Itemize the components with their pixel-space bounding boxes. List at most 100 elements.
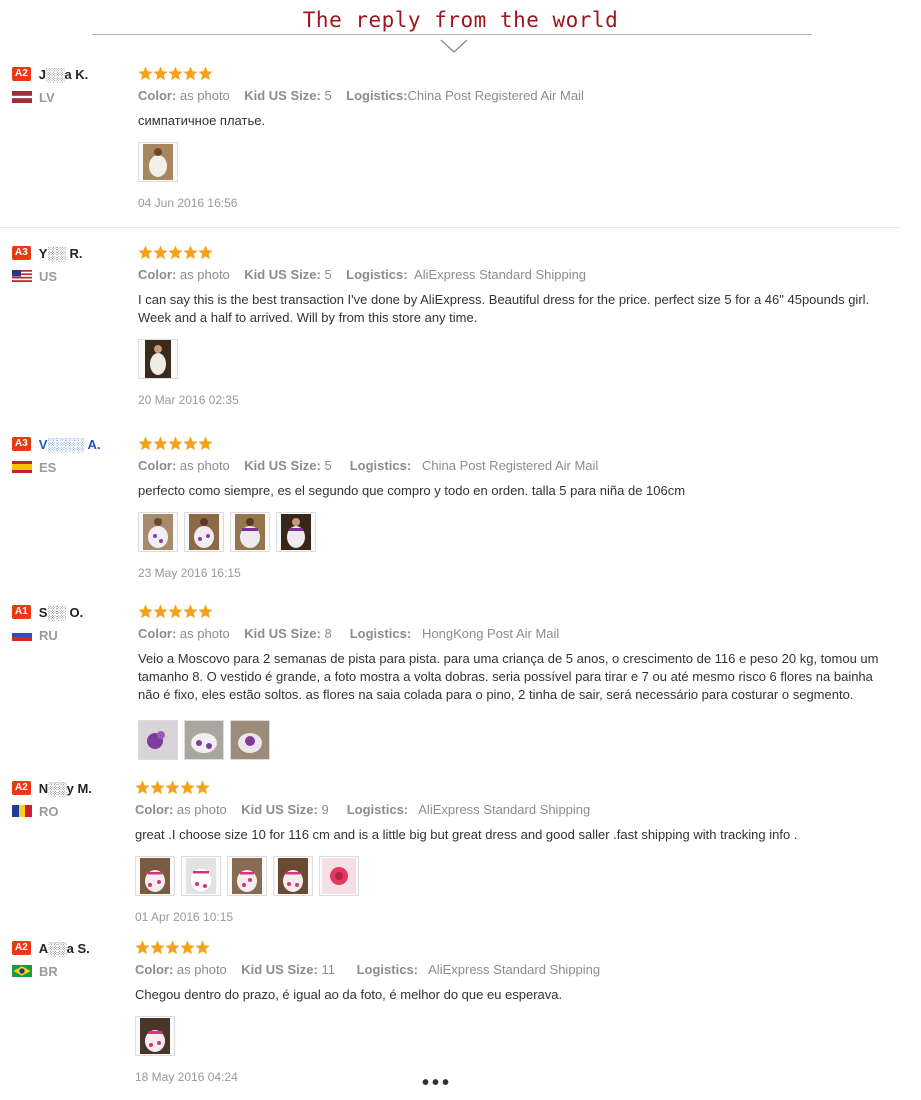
logistics-value: AliExpress Standard Shipping (428, 962, 601, 977)
country-code: ES (39, 459, 57, 475)
review-photos (138, 339, 898, 379)
review-photo-thumbnail[interactable] (227, 856, 267, 896)
logistics-value: AliExpress Standard Shipping (414, 267, 587, 282)
header-divider (92, 34, 812, 35)
country-code: RO (39, 803, 59, 819)
review-body: Color: as photo Kid US Size: 5 Logistics… (138, 66, 898, 210)
review-photo-thumbnail[interactable] (181, 856, 221, 896)
review-date: 01 Apr 2016 10:15 (135, 910, 234, 924)
logistics-value: HongKong Post Air Mail (421, 626, 560, 641)
star-icon (135, 780, 150, 795)
reviewer-info: A3 Y░░ R. US (12, 245, 132, 284)
color-label: Color: (135, 962, 174, 977)
color-value: as photo (176, 962, 227, 977)
logistics-value: AliExpress Standard Shipping (418, 802, 591, 817)
color-label: Color: (135, 802, 174, 817)
review-photo-thumbnail[interactable] (230, 720, 270, 760)
star-icon (198, 66, 213, 81)
star-icon (198, 436, 213, 451)
review-photo-thumbnail[interactable] (135, 856, 175, 896)
star-icon (195, 940, 210, 955)
reviewer-name[interactable]: V░░░░ A. (39, 437, 101, 452)
review-photo-thumbnail[interactable] (319, 856, 359, 896)
size-label: Kid US Size: (241, 962, 318, 977)
order-attributes: Color: as photo Kid US Size: 11 Logistic… (135, 962, 900, 978)
star-rating (138, 604, 898, 620)
size-value: 5 (324, 267, 332, 282)
review-date: 20 Mar 2016 02:35 (138, 393, 239, 407)
order-attributes: Color: as photo Kid US Size: 8 Logistics… (138, 626, 898, 642)
reviewer-info: A2 A░░a S. BR (12, 940, 132, 979)
review-photos (138, 720, 898, 760)
star-icon (180, 780, 195, 795)
country-code: BR (39, 963, 58, 979)
review-photo-thumbnail[interactable] (138, 512, 178, 552)
color-value: as photo (179, 458, 230, 473)
review-photo-thumbnail[interactable] (184, 720, 224, 760)
reviewer-info: A3 V░░░░ A. ES (12, 436, 132, 475)
review-photos (135, 1016, 900, 1056)
review-text: great .I choose size 10 for 116 cm and i… (135, 827, 798, 842)
star-icon (183, 436, 198, 451)
review-photo-thumbnail[interactable] (230, 512, 270, 552)
reviewer-name[interactable]: J░░a K. (39, 67, 89, 82)
more-ellipsis[interactable]: ••• (422, 1072, 452, 1095)
reviewer-name[interactable]: Y░░ R. (39, 246, 83, 261)
star-icon (150, 940, 165, 955)
reviewer-name[interactable]: N░░y M. (39, 781, 92, 796)
star-icon (153, 436, 168, 451)
star-rating (138, 436, 898, 452)
buyer-level-badge: A1 (12, 605, 31, 619)
logistics-value: China Post Registered Air Mail (407, 88, 584, 103)
review-photo-thumbnail[interactable] (138, 142, 178, 182)
country-code: RU (39, 627, 58, 643)
star-icon (138, 66, 153, 81)
star-rating (138, 66, 898, 82)
star-icon (198, 604, 213, 619)
review-photo-thumbnail[interactable] (273, 856, 313, 896)
logistics-label: Logistics: (356, 962, 419, 977)
review-photo-thumbnail[interactable] (138, 720, 178, 760)
review-text: Veio a Moscovo para 2 semanas de pista p… (138, 651, 879, 702)
review-item: A2 J░░a K. LV Color: as photo Kid US Siz… (0, 66, 921, 228)
chevron-down-icon (440, 39, 468, 53)
size-label: Kid US Size: (244, 88, 321, 103)
star-rating (138, 245, 898, 261)
buyer-level-badge: A3 (12, 437, 31, 451)
review-text: симпатичное платье. (138, 113, 266, 128)
star-rating (135, 780, 900, 796)
logistics-label: Logistics: (349, 458, 412, 473)
star-icon (168, 66, 183, 81)
order-attributes: Color: as photo Kid US Size: 5 Logistics… (138, 88, 898, 104)
review-photo-thumbnail[interactable] (276, 512, 316, 552)
reviewer-name[interactable]: A░░a S. (39, 941, 90, 956)
flag-us-icon (12, 270, 32, 282)
logistics-value: China Post Registered Air Mail (421, 458, 599, 473)
review-photo-thumbnail[interactable] (135, 1016, 175, 1056)
star-icon (168, 245, 183, 260)
color-value: as photo (179, 88, 230, 103)
review-photos (135, 856, 900, 896)
star-icon (165, 940, 180, 955)
buyer-level-badge: A2 (12, 941, 31, 955)
review-photo-thumbnail[interactable] (138, 339, 178, 379)
review-item: A2 N░░y M. RO Color: as photo Kid US Siz… (0, 780, 921, 930)
star-icon (135, 940, 150, 955)
star-rating (135, 940, 900, 956)
star-icon (183, 66, 198, 81)
star-icon (180, 940, 195, 955)
flag-ro-icon (12, 805, 32, 817)
review-item: A1 S░░ O. RU Color: as photo Kid US Size… (0, 604, 921, 764)
review-text: I can say this is the best transaction I… (138, 292, 870, 325)
size-value: 5 (324, 458, 332, 473)
reviewer-name[interactable]: S░░ O. (39, 605, 83, 620)
flag-ru-icon (12, 629, 32, 641)
flag-lv-icon (12, 91, 32, 103)
country-code: LV (39, 89, 55, 105)
review-photo-thumbnail[interactable] (184, 512, 224, 552)
size-label: Kid US Size: (241, 802, 318, 817)
logistics-label: Logistics: (349, 626, 412, 641)
size-value: 9 (321, 802, 329, 817)
color-label: Color: (138, 626, 177, 641)
review-date: 04 Jun 2016 16:56 (138, 196, 238, 210)
